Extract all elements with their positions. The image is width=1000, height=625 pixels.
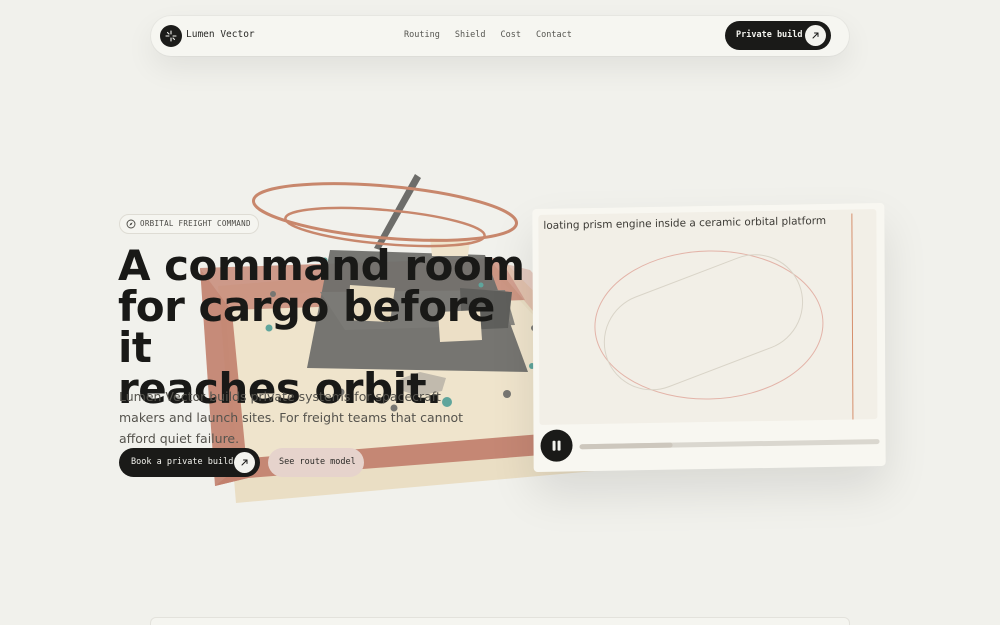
video-frame[interactable]: loating prism engine inside a ceramic or…: [538, 209, 878, 425]
eyebrow-badge: ORBITAL FREIGHT COMMAND: [119, 214, 259, 234]
nav-link-cost[interactable]: Cost: [501, 30, 521, 40]
book-private-build-label: Book a private build: [131, 457, 234, 467]
next-section-card: [150, 617, 850, 625]
private-build-label: Private build: [736, 30, 803, 40]
nav-link-shield[interactable]: Shield: [455, 30, 486, 40]
video-progress-bar[interactable]: [579, 439, 880, 450]
pause-button[interactable]: [540, 429, 573, 462]
hero-title-line-2: for cargo before it: [118, 282, 495, 372]
sparkle-icon[interactable]: [160, 25, 182, 47]
brand-name[interactable]: Lumen Vector: [186, 29, 255, 40]
top-nav: Lumen Vector Routing Shield Cost Contact…: [151, 16, 849, 56]
compass-icon: [126, 219, 136, 229]
nav-links: Routing Shield Cost Contact: [404, 30, 572, 40]
eyebrow-label: ORBITAL FREIGHT COMMAND: [140, 219, 251, 228]
private-build-button[interactable]: Private build: [725, 21, 831, 50]
arrow-up-right-icon: [805, 25, 826, 46]
see-route-model-label: See route model: [279, 457, 356, 467]
hero-title-line-1: A command room: [118, 241, 525, 290]
nav-link-contact[interactable]: Contact: [536, 30, 572, 40]
hero-title: A command room for cargo before it reach…: [118, 241, 538, 410]
video-progress-fill: [579, 442, 673, 450]
arrow-up-right-icon: [234, 452, 255, 473]
nav-link-routing[interactable]: Routing: [404, 30, 440, 40]
see-route-model-button[interactable]: See route model: [268, 448, 364, 477]
video-panel: loating prism engine inside a ceramic or…: [532, 202, 886, 473]
book-private-build-button[interactable]: Book a private build: [119, 448, 260, 477]
hero-subtitle: Lumen Vector builds private systems for …: [119, 389, 464, 446]
orbit-sketch: [594, 250, 824, 400]
